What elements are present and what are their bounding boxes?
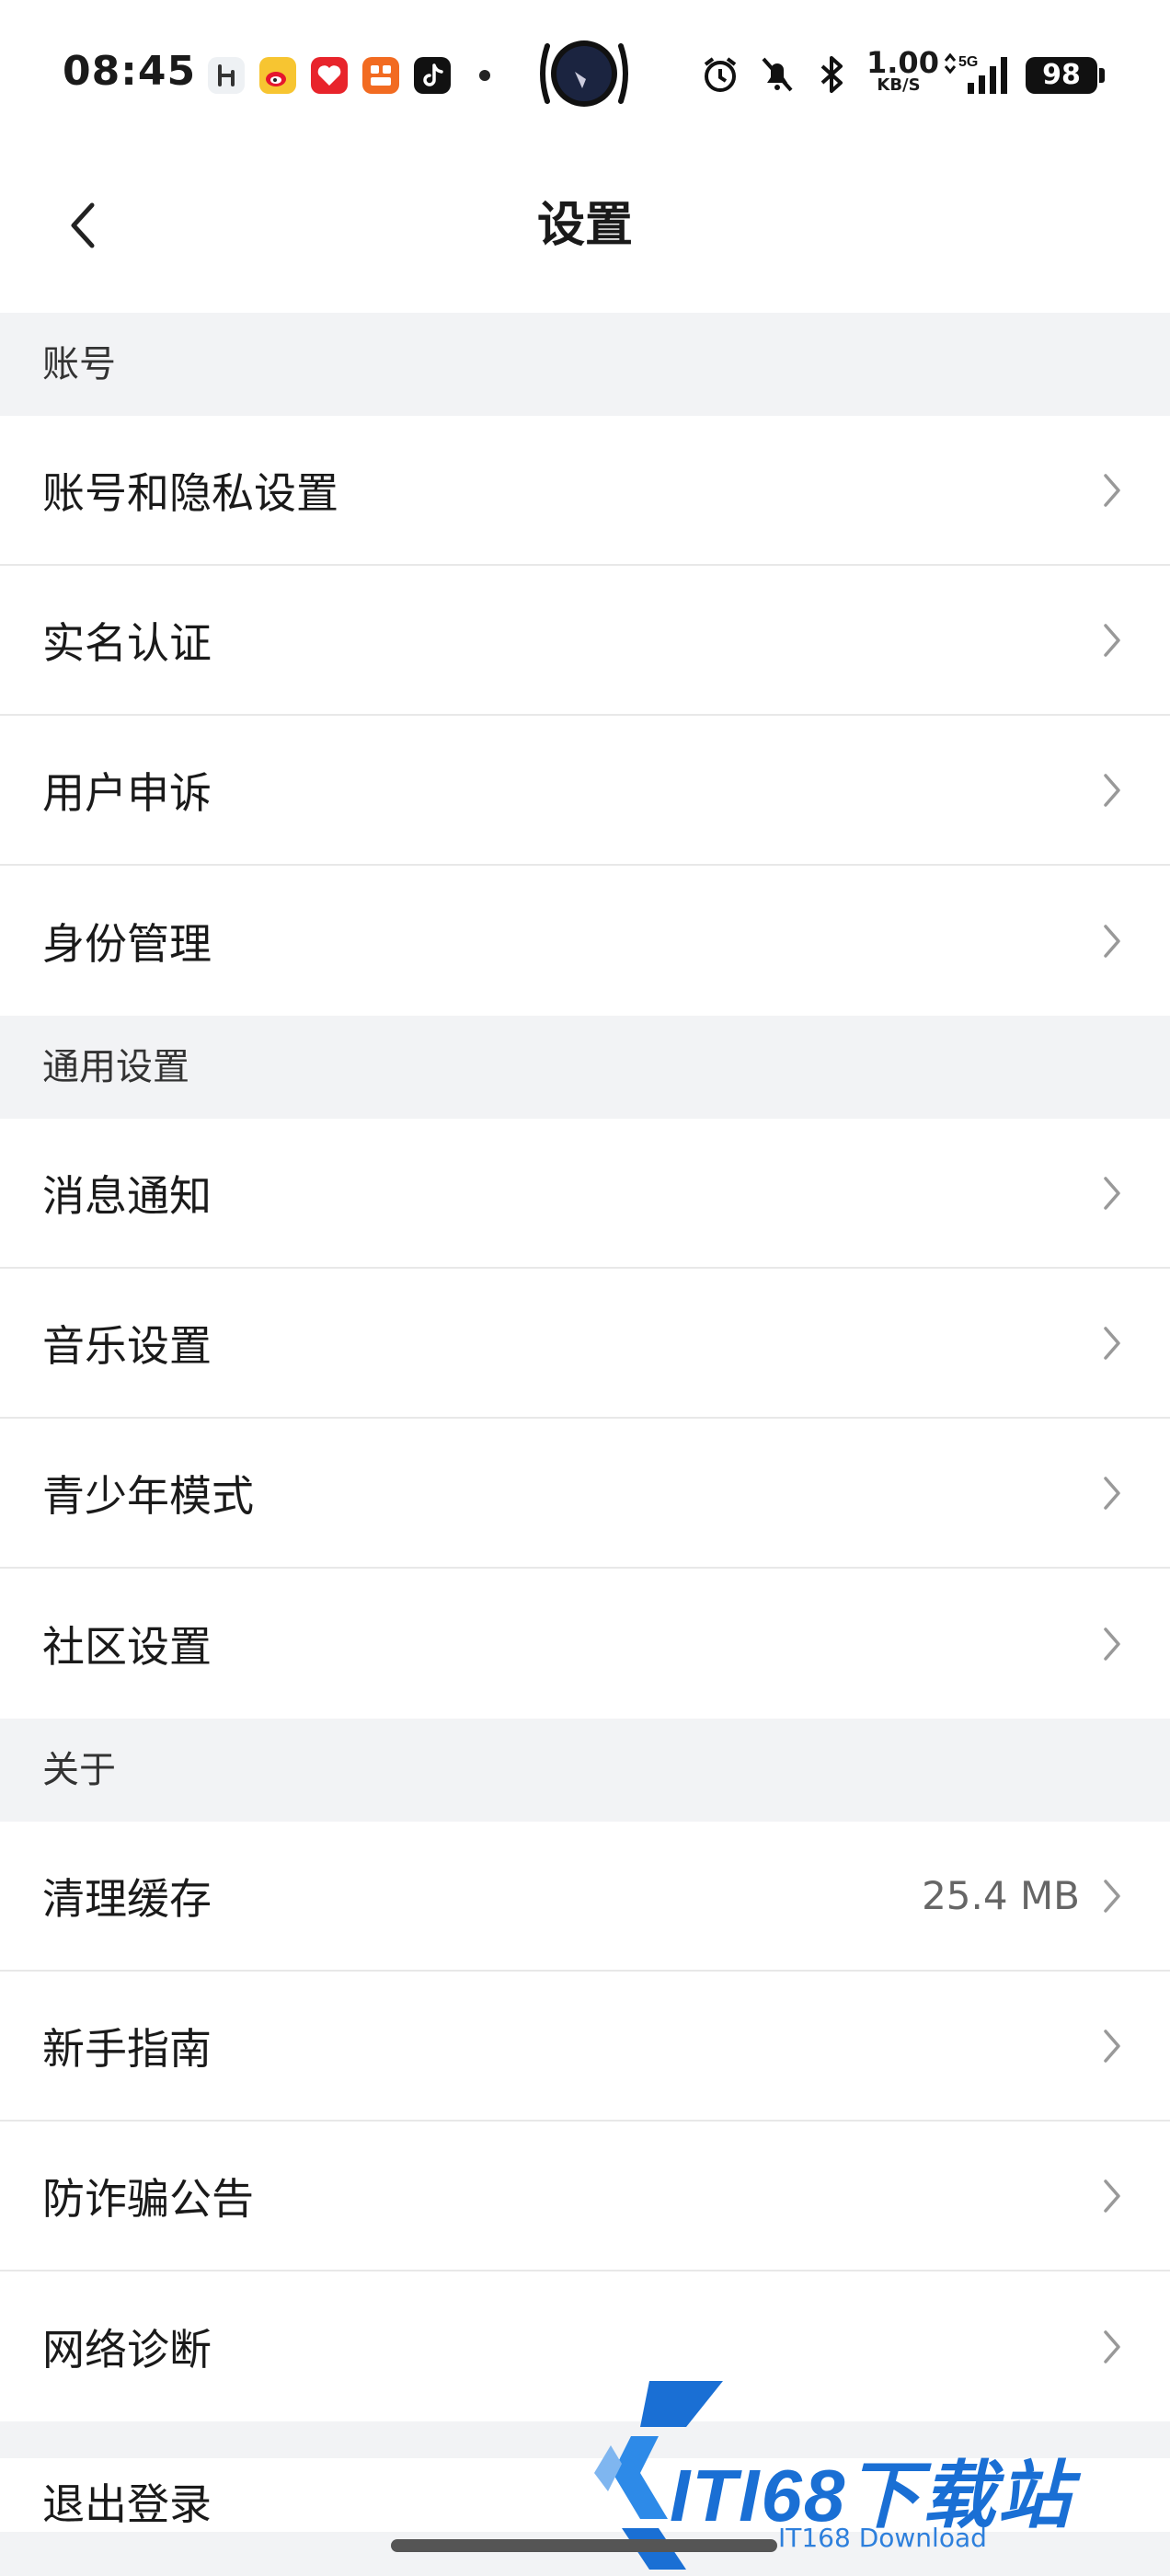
tiktok-icon xyxy=(414,57,451,94)
chevron-right-icon xyxy=(1102,1171,1128,1215)
settings-item-anti-fraud[interactable]: 防诈骗公告 xyxy=(0,2122,1170,2271)
status-time: 08:45 xyxy=(63,48,197,95)
item-label: 清理缓存 xyxy=(42,1873,212,1924)
section-header-general: 通用设置 xyxy=(0,1016,1170,1119)
item-label: 身份管理 xyxy=(42,918,212,969)
item-label: 音乐设置 xyxy=(42,1320,212,1371)
settings-item-community[interactable]: 社区设置 xyxy=(0,1569,1170,1719)
weibo-icon xyxy=(259,57,296,94)
nav-bar: 设置 xyxy=(0,152,1170,313)
item-label: 账号和隐私设置 xyxy=(42,467,338,518)
section-header-about: 关于 xyxy=(0,1719,1170,1822)
watermark-subtitle: IT168 Download xyxy=(778,2523,987,2553)
item-label: 网络诊断 xyxy=(42,2324,212,2375)
chevron-left-icon xyxy=(71,202,95,248)
settings-item-teen-mode[interactable]: 青少年模式 xyxy=(0,1419,1170,1569)
chevron-right-icon xyxy=(1102,468,1128,512)
app-red-icon xyxy=(311,57,348,94)
settings-item-real-name[interactable]: 实名认证 xyxy=(0,566,1170,716)
status-bar: 08:45 1.00 KB/S 5G 98 xyxy=(0,0,1170,152)
home-indicator[interactable] xyxy=(391,2539,777,2552)
page-title: 设置 xyxy=(536,198,633,253)
settings-item-clear-cache[interactable]: 清理缓存 25.4 MB xyxy=(0,1822,1170,1972)
settings-item-account-privacy[interactable]: 账号和隐私设置 xyxy=(0,416,1170,566)
chevron-right-icon xyxy=(1102,1874,1128,1918)
chevron-right-icon xyxy=(1102,919,1128,963)
chevron-right-icon xyxy=(1102,2325,1128,2369)
item-label: 用户申诉 xyxy=(42,767,212,818)
chevron-right-icon xyxy=(1102,1471,1128,1515)
network-type: 5G xyxy=(958,54,978,70)
chevron-right-icon xyxy=(1102,2174,1128,2218)
network-speed: 1.00 KB/S xyxy=(866,45,939,95)
settings-item-notifications[interactable]: 消息通知 xyxy=(0,1119,1170,1269)
item-label: 防诈骗公告 xyxy=(42,2173,254,2224)
front-camera xyxy=(538,35,630,112)
item-label: 消息通知 xyxy=(42,1170,212,1221)
settings-item-appeal[interactable]: 用户申诉 xyxy=(0,716,1170,866)
settings-list: 账号 账号和隐私设置 实名认证 用户申诉 身份管理 通用设置 消息通知 音乐设置… xyxy=(0,313,1170,2532)
item-label: 新手指南 xyxy=(42,2023,212,2074)
chevron-right-icon xyxy=(1102,1622,1128,1666)
settings-item-guide[interactable]: 新手指南 xyxy=(0,1972,1170,2122)
section-header-account: 账号 xyxy=(0,313,1170,416)
bluetooth-icon xyxy=(811,53,854,99)
mute-icon xyxy=(756,53,798,99)
item-label: 实名认证 xyxy=(42,617,212,668)
chevron-right-icon xyxy=(1102,618,1128,662)
alarm-icon xyxy=(699,53,741,99)
chevron-right-icon xyxy=(1102,2024,1128,2068)
app-orange-icon xyxy=(362,57,399,94)
notification-dot xyxy=(479,70,490,81)
cache-size-value: 25.4 MB xyxy=(922,1873,1080,1918)
signal-icon: 5G xyxy=(940,52,1014,101)
settings-item-music[interactable]: 音乐设置 xyxy=(0,1269,1170,1419)
chevron-right-icon xyxy=(1102,1321,1128,1365)
item-label: 社区设置 xyxy=(42,1621,212,1672)
item-label: 青少年模式 xyxy=(42,1470,254,1521)
settings-item-identity[interactable]: 身份管理 xyxy=(0,866,1170,1016)
back-button[interactable] xyxy=(55,189,110,262)
chevron-right-icon xyxy=(1102,768,1128,812)
battery-indicator: 98 xyxy=(1026,57,1105,94)
app-hub-icon xyxy=(208,57,245,94)
